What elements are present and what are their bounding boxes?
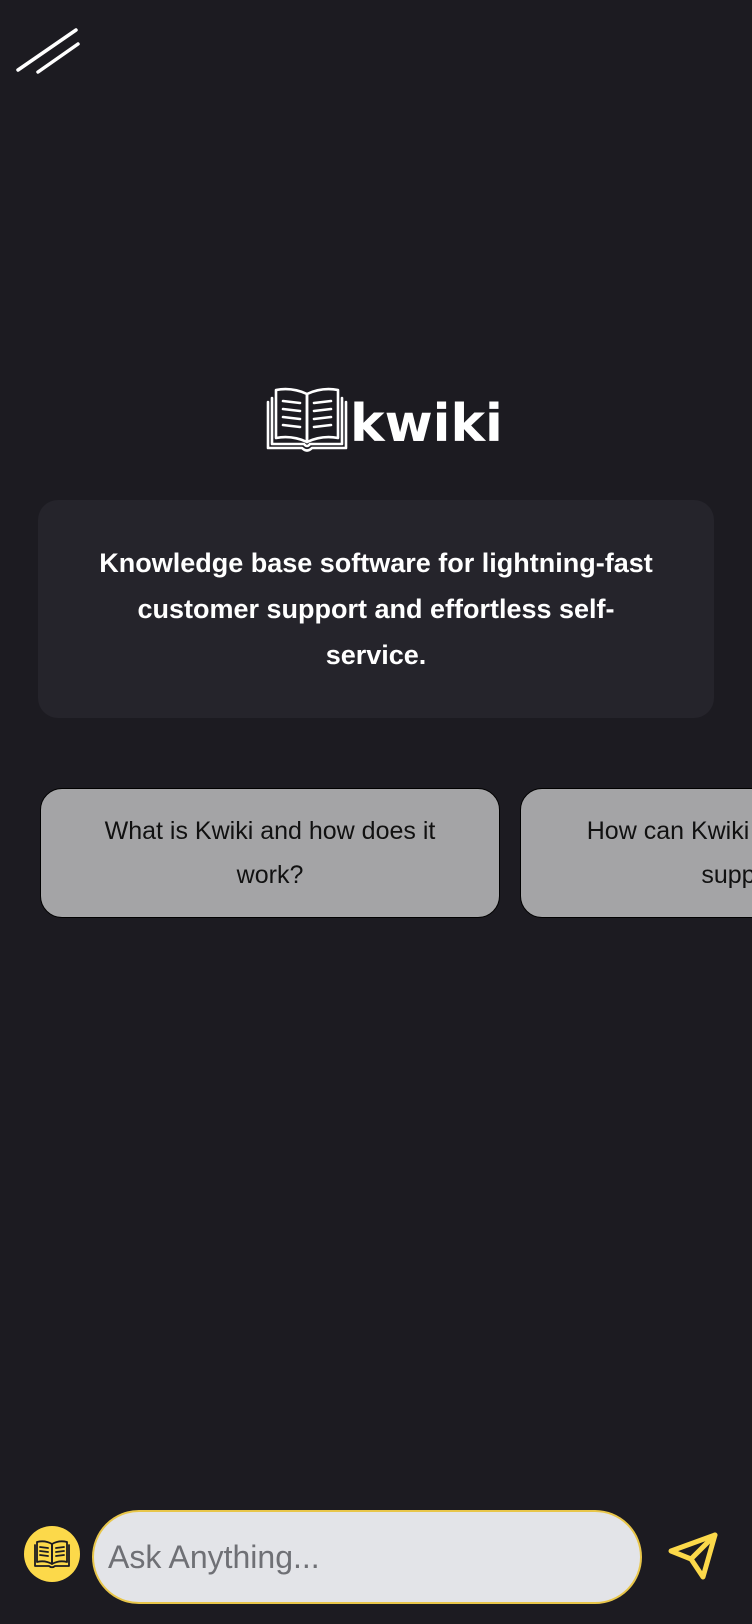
suggestion-card[interactable]: How can Kwiki help customer support? — [520, 788, 752, 918]
tagline-text: Knowledge base software for lightning-fa… — [99, 548, 653, 670]
open-book-icon — [266, 387, 348, 452]
suggestion-carousel[interactable]: What is Kwiki and how does it work? How … — [40, 788, 752, 918]
suggestion-label: What is Kwiki and how does it work? — [104, 817, 436, 889]
brand-name: kwiki — [350, 394, 503, 454]
menu-button[interactable] — [14, 24, 84, 80]
menu-slash-icon — [16, 28, 80, 74]
app-screen: kwiki Knowledge base software for lightn… — [0, 0, 752, 1624]
paper-plane-icon — [668, 1532, 718, 1580]
composer-bar — [0, 1508, 752, 1608]
suggestion-track: What is Kwiki and how does it work? How … — [40, 788, 752, 918]
suggestion-card[interactable]: What is Kwiki and how does it work? — [40, 788, 500, 918]
send-button[interactable] — [662, 1528, 724, 1584]
brand-logo: kwiki — [266, 382, 503, 456]
ask-input[interactable] — [92, 1510, 642, 1604]
knowledge-base-button[interactable] — [24, 1526, 80, 1582]
suggestion-label: How can Kwiki help customer support? — [586, 817, 752, 889]
open-book-icon — [34, 1540, 70, 1569]
tagline-card: Knowledge base software for lightning-fa… — [38, 500, 714, 718]
